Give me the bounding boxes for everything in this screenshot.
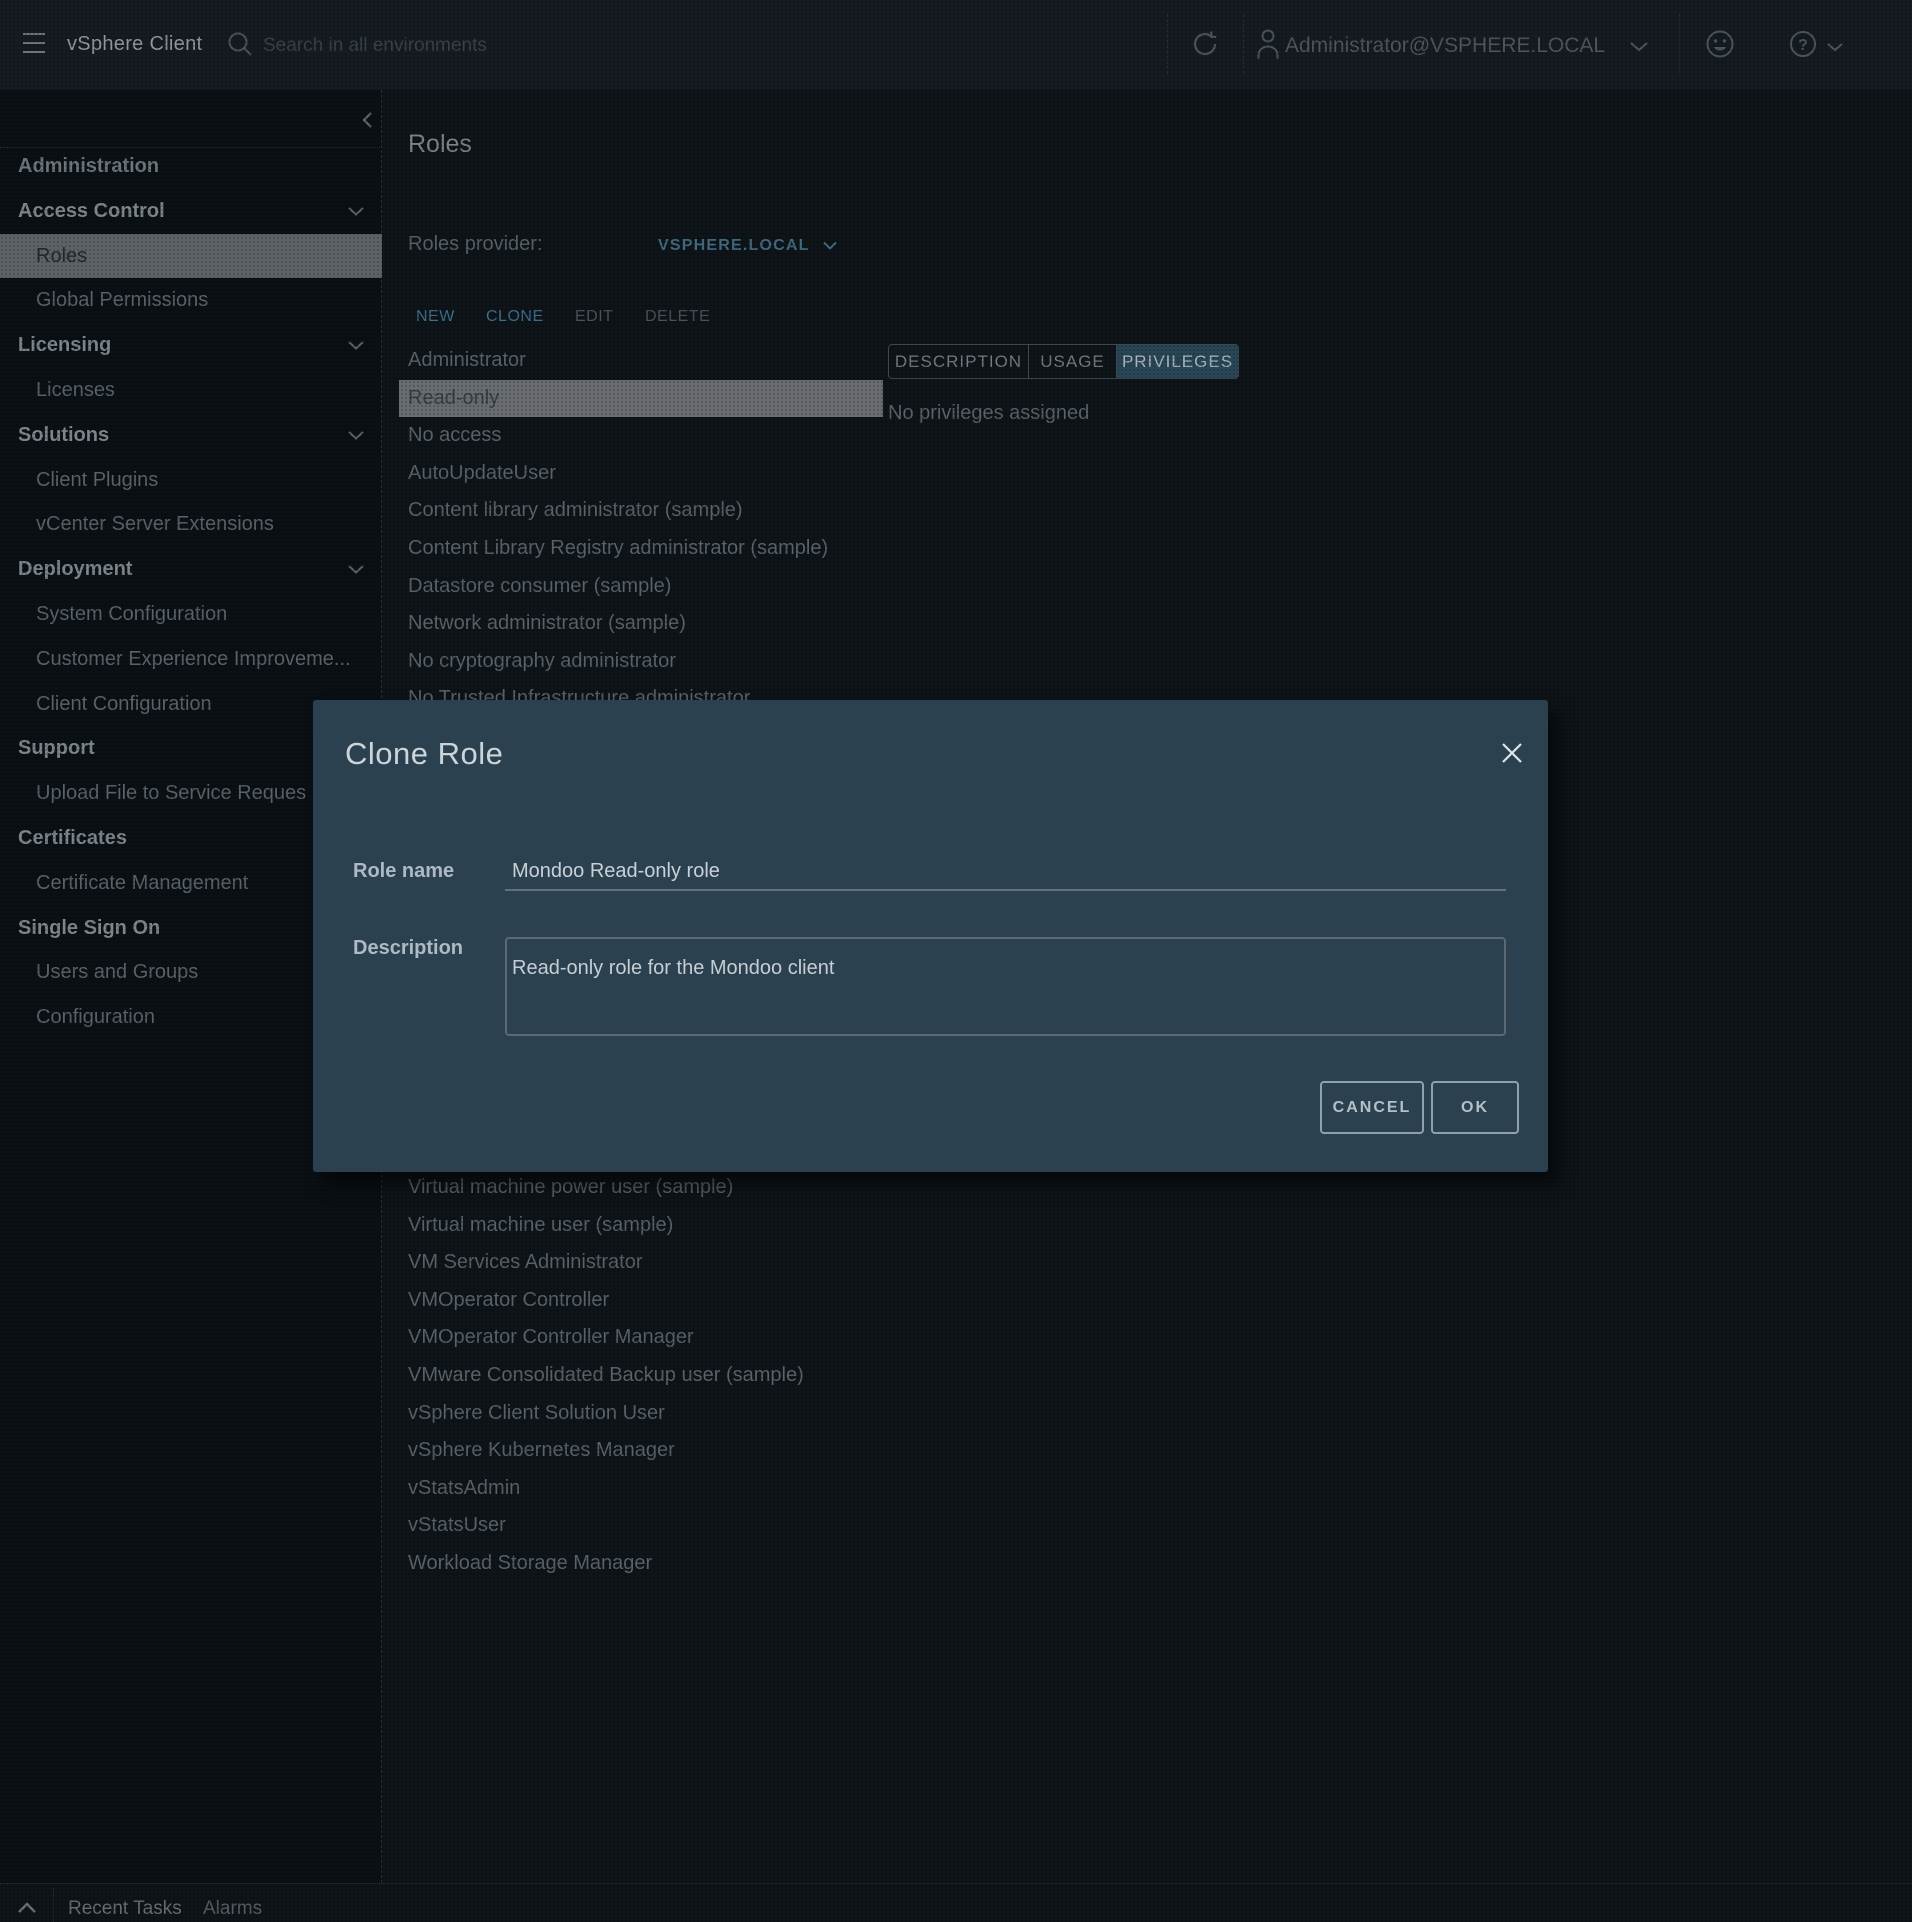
role-name-label: Role name xyxy=(353,859,454,883)
cancel-button[interactable]: CANCEL xyxy=(1320,1081,1424,1134)
vsphere-client-window: vSphere Client Search in all environment… xyxy=(0,0,1912,1922)
role-name-input-underline xyxy=(505,889,1506,891)
dialog-title: Clone Role xyxy=(345,736,503,772)
ok-button[interactable]: OK xyxy=(1431,1081,1519,1134)
close-icon[interactable] xyxy=(1501,742,1523,764)
description-textarea[interactable]: Read-only role for the Mondoo client xyxy=(505,937,1506,1036)
description-label: Description xyxy=(353,936,463,960)
description-value: Read-only role for the Mondoo client xyxy=(507,939,1504,980)
clone-role-dialog: Clone Role Role name Mondoo Read-only ro… xyxy=(313,700,1548,1172)
role-name-input[interactable]: Mondoo Read-only role xyxy=(512,859,720,883)
